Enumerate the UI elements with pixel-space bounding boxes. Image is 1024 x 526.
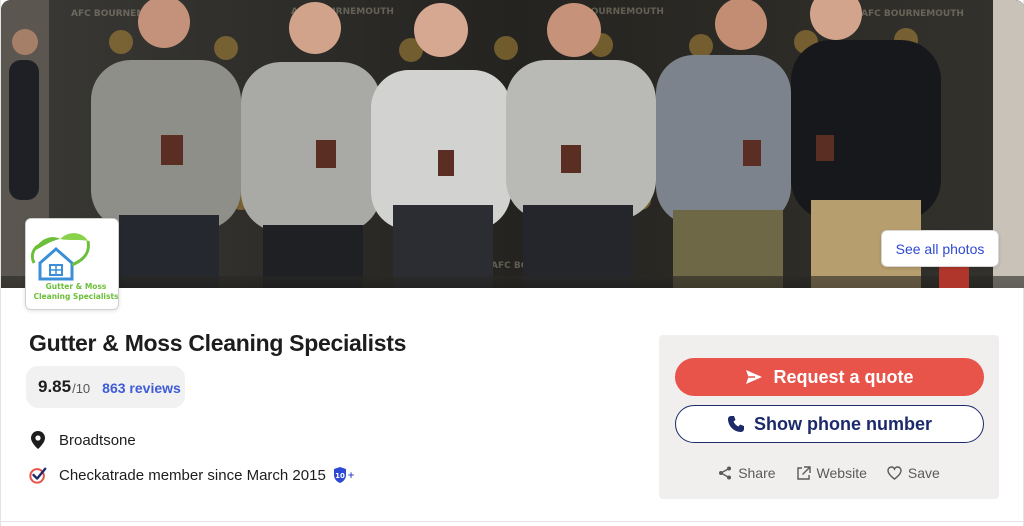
- membership-text: Checkatrade member since March 2015: [59, 466, 326, 484]
- rating-out-of: /10: [72, 380, 91, 396]
- location-text: Broadtsone: [59, 431, 136, 449]
- website-label: Website: [816, 465, 867, 481]
- request-quote-button[interactable]: Request a quote: [675, 358, 984, 396]
- map-pin-icon: [29, 430, 47, 450]
- shield-badge-icon: 10 +: [332, 466, 356, 484]
- logo-image: Gutter & Moss Cleaning Specialists: [26, 219, 119, 309]
- cover-photo[interactable]: AFC BOURNEMOUTH AFC BOURNEMOUTH AFC BOUR…: [1, 0, 1024, 288]
- share-icon: [718, 466, 732, 480]
- business-logo: Gutter & Moss Cleaning Specialists: [25, 218, 119, 310]
- see-all-photos-button[interactable]: See all photos: [881, 230, 999, 267]
- svg-text:Gutter & Moss: Gutter & Moss: [46, 282, 107, 291]
- share-label: Share: [738, 465, 776, 481]
- rating-score: 9.85: [38, 377, 72, 396]
- section-divider: [1, 521, 1024, 522]
- svg-text:Cleaning Specialists: Cleaning Specialists: [33, 292, 119, 301]
- cover-photo-image: AFC BOURNEMOUTH AFC BOURNEMOUTH AFC BOUR…: [1, 0, 1024, 288]
- save-button[interactable]: Save: [887, 465, 940, 481]
- secondary-actions: Share Website Save: [659, 465, 999, 481]
- reviews-link[interactable]: 863 reviews: [102, 380, 181, 396]
- business-profile-page: AFC BOURNEMOUTH AFC BOURNEMOUTH AFC BOUR…: [0, 0, 1024, 526]
- external-link-icon: [796, 465, 811, 481]
- show-phone-button[interactable]: Show phone number: [675, 405, 984, 443]
- location-row: Broadtsone: [29, 430, 136, 450]
- show-phone-label: Show phone number: [754, 413, 932, 434]
- share-button[interactable]: Share: [718, 465, 776, 481]
- contact-action-panel: Request a quote Show phone number Share …: [659, 335, 999, 499]
- website-button[interactable]: Website: [796, 465, 867, 481]
- send-icon: [745, 369, 763, 385]
- svg-text:10: 10: [335, 472, 345, 480]
- svg-text:+: +: [347, 471, 355, 481]
- heart-icon: [887, 466, 902, 480]
- save-label: Save: [907, 465, 940, 481]
- membership-row: Checkatrade member since March 2015 10 +: [29, 465, 356, 485]
- checkatrade-check-icon: [29, 465, 47, 485]
- request-quote-label: Request a quote: [773, 366, 914, 387]
- rating-summary: 9.85 /10 863 reviews: [26, 366, 185, 408]
- phone-icon: [727, 415, 745, 433]
- svg-text:AFC BOURNEMOUTH: AFC BOURNEMOUTH: [861, 9, 964, 19]
- business-name: Gutter & Moss Cleaning Specialists: [29, 330, 407, 356]
